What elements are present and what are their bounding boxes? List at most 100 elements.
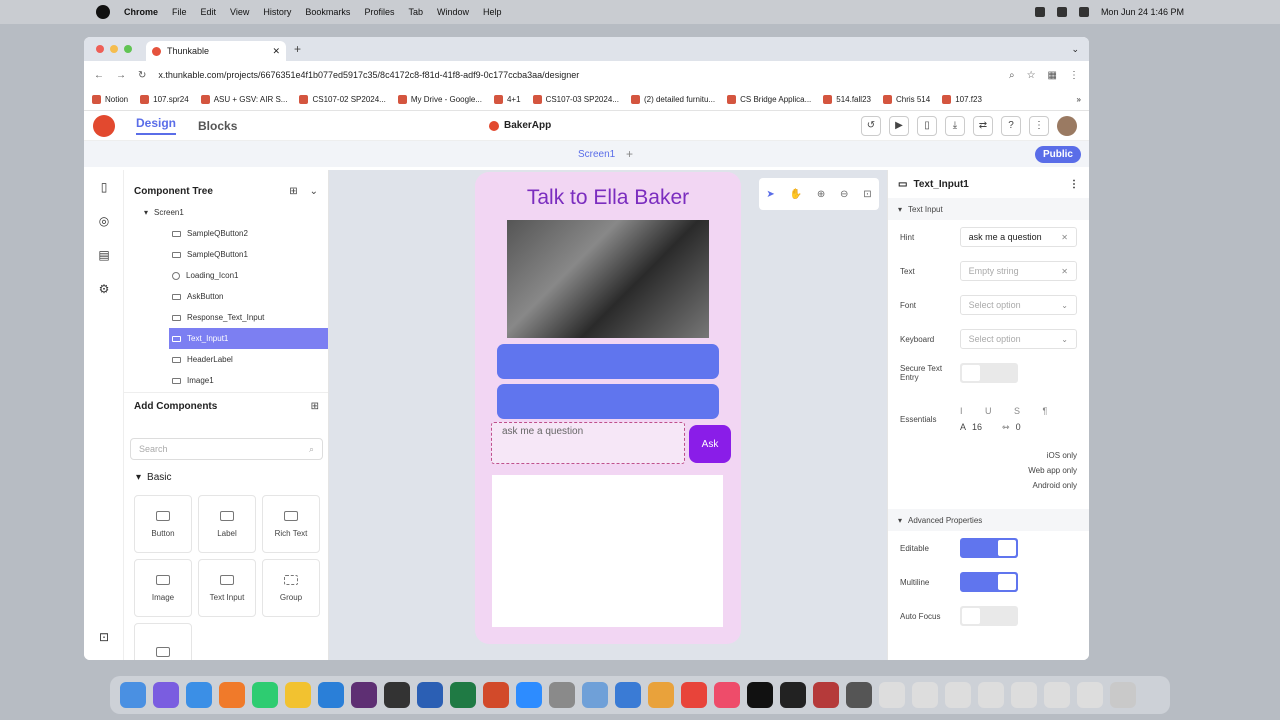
caret-icon[interactable]: ▾ — [144, 208, 148, 217]
forward-icon[interactable]: → — [116, 70, 126, 81]
add-screen-icon[interactable]: + — [626, 147, 633, 161]
share-icon[interactable]: ⇄ — [973, 115, 993, 136]
siri-icon[interactable] — [153, 682, 179, 708]
clear-icon[interactable]: ✕ — [1061, 267, 1068, 276]
tree-item[interactable]: Loading_Icon1 — [124, 265, 328, 286]
more-icon[interactable]: ⋮ — [1069, 179, 1079, 190]
screenshot-icon[interactable] — [978, 682, 1004, 708]
lock-icon[interactable]: ⊡ — [96, 630, 112, 646]
menu-app[interactable]: Chrome — [124, 7, 158, 17]
screenshot-icon[interactable] — [1044, 682, 1070, 708]
menu-profiles[interactable]: Profiles — [364, 7, 394, 17]
live-test-icon[interactable]: ▯ — [917, 115, 937, 136]
vscode-icon[interactable] — [318, 682, 344, 708]
clear-icon[interactable]: ✕ — [1061, 233, 1068, 242]
more-bookmarks-icon[interactable]: » — [1077, 95, 1081, 104]
section-advanced[interactable]: ▾ Advanced Properties — [888, 509, 1089, 531]
component-card-text-input[interactable]: Text Input — [198, 559, 256, 617]
launchpad-icon[interactable] — [582, 682, 608, 708]
slack-icon[interactable] — [351, 682, 377, 708]
header-label[interactable]: Talk to Ella Baker — [475, 186, 741, 210]
component-card-button[interactable]: Button — [134, 495, 192, 553]
chevron-down-icon[interactable]: ⌄ — [310, 186, 318, 197]
menu-edit[interactable]: Edit — [201, 7, 217, 17]
font-select[interactable]: Select option ⌄ — [959, 295, 1077, 315]
safari-icon[interactable] — [186, 682, 212, 708]
bookmark-item[interactable]: 107.spr24 — [140, 95, 189, 104]
font-size-input[interactable]: 16 — [972, 422, 982, 433]
component-card-rich-text[interactable]: Rich Text — [262, 495, 320, 553]
tree-item[interactable]: HeaderLabel — [124, 349, 328, 370]
tree-item-selected[interactable]: Text_Input1 — [169, 328, 328, 349]
menu-bookmarks[interactable]: Bookmarks — [305, 7, 350, 17]
word-icon[interactable] — [417, 682, 443, 708]
hand-icon[interactable]: ✋ — [790, 189, 802, 200]
add-icon[interactable]: ⊞ — [311, 401, 319, 412]
bookmark-item[interactable]: 107.f23 — [942, 95, 982, 104]
bookmark-item[interactable]: ASU + GSV: AIR S... — [200, 95, 287, 104]
bbedit-icon[interactable] — [384, 682, 410, 708]
menu-help[interactable]: Help — [483, 7, 502, 17]
multiline-toggle[interactable] — [960, 572, 1018, 592]
bookmark-item[interactable]: My Drive - Google... — [397, 95, 482, 104]
tree-item-screen1[interactable]: ▾ Screen1 — [124, 202, 328, 223]
menu-tab[interactable]: Tab — [408, 7, 423, 17]
chrome-icon[interactable] — [285, 682, 311, 708]
response-text-input[interactable] — [492, 475, 723, 627]
menu-dots-icon[interactable]: ⋮ — [1069, 70, 1079, 81]
text-field[interactable]: Empty string ✕ — [959, 261, 1077, 281]
tree-item[interactable]: SampleQButton1 — [124, 244, 328, 265]
settings-icon[interactable]: ⚙ — [96, 282, 112, 298]
wifi-icon[interactable] — [1034, 7, 1045, 17]
autofocus-toggle[interactable] — [960, 606, 1018, 626]
control-center-icon[interactable] — [1078, 7, 1089, 17]
close-tab-icon[interactable]: ✕ — [272, 46, 280, 57]
new-tab-icon[interactable]: + — [294, 42, 301, 56]
bookmark-item[interactable]: Chris 514 — [882, 95, 930, 104]
zoom-window-icon[interactable] — [124, 45, 132, 53]
screenshot-icon[interactable] — [912, 682, 938, 708]
publish-button[interactable]: Public — [1034, 145, 1081, 163]
clock[interactable]: Mon Jun 24 1:46 PM — [1101, 7, 1184, 17]
whatsapp-icon[interactable] — [252, 682, 278, 708]
photos-icon[interactable] — [648, 682, 674, 708]
screenshot-icon[interactable] — [1077, 682, 1103, 708]
menu-file[interactable]: File — [172, 7, 187, 17]
tree-item[interactable]: Image1 — [124, 370, 328, 391]
system-settings-icon[interactable] — [549, 682, 575, 708]
text-input1[interactable]: ask me a question — [491, 422, 685, 464]
tree-item[interactable]: Response_Text_Input — [124, 307, 328, 328]
hint-field[interactable]: ask me a question ✕ — [959, 227, 1077, 247]
text-style-icons[interactable]: I U S ¶ — [960, 406, 1057, 416]
assets-icon[interactable]: ▤ — [96, 248, 112, 264]
component-card-group[interactable]: Group — [262, 559, 320, 617]
history-icon[interactable]: ↺ — [861, 115, 881, 136]
tree-item[interactable]: AskButton — [124, 286, 328, 307]
phone-icon[interactable]: ▯ — [96, 180, 112, 196]
select-cursor-icon[interactable]: ➤ — [766, 189, 774, 200]
download-icon[interactable]: ⤓ — [945, 115, 965, 136]
reload-icon[interactable]: ↻ — [138, 70, 146, 81]
bookmark-item[interactable]: (2) detailed furnitu... — [630, 95, 715, 104]
battery-icon[interactable] — [1056, 7, 1067, 17]
zoom-app-icon[interactable] — [516, 682, 542, 708]
bookmark-item[interactable]: Notion — [92, 95, 128, 104]
tab-blocks[interactable]: Blocks — [198, 119, 237, 133]
zoom-icon[interactable]: ⌕ — [1009, 70, 1015, 81]
image1[interactable] — [507, 220, 709, 338]
terminal-icon[interactable] — [780, 682, 806, 708]
avatar[interactable] — [1057, 115, 1077, 136]
component-name[interactable]: Text_Input1 — [913, 179, 968, 190]
zoom-out-icon[interactable]: ⊖ — [840, 189, 848, 200]
screenshot-icon[interactable] — [1011, 682, 1037, 708]
tab-screen1[interactable]: Screen1 — [578, 149, 615, 160]
menu-view[interactable]: View — [230, 7, 249, 17]
tab-search-icon[interactable]: ⌄ — [1071, 44, 1079, 55]
url-field[interactable]: x.thunkable.com/projects/6676351e4f1b077… — [158, 70, 997, 80]
thunkable-logo-icon[interactable] — [93, 114, 115, 137]
component-card-image[interactable]: Image — [134, 559, 192, 617]
powerpoint-icon[interactable] — [483, 682, 509, 708]
apple-icon[interactable] — [96, 5, 110, 19]
project-name[interactable]: BakerApp — [489, 120, 551, 131]
excel-icon[interactable] — [450, 682, 476, 708]
